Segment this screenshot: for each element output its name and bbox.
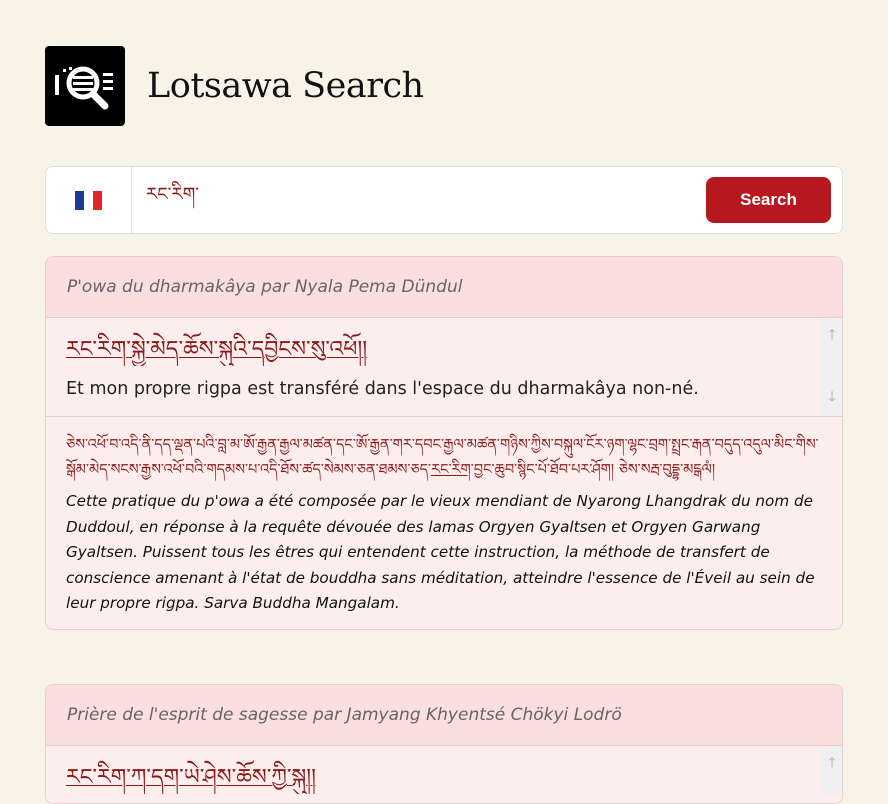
search-bar: Search: [45, 166, 843, 234]
lotsawa-logo-icon[interactable]: [45, 46, 125, 126]
result-title[interactable]: Prière de l'esprit de sagesse par Jamyan…: [46, 685, 842, 746]
match-highlight: རང་རིག: [431, 462, 471, 478]
translation-line: Et mon propre rigpa est transféré dans l…: [66, 379, 699, 399]
search-button[interactable]: Search: [706, 177, 831, 223]
result-title[interactable]: P'owa du dharmakâya par Nyala Pema Dündu…: [46, 257, 842, 318]
scrollbar[interactable]: 🡑 🡓: [822, 318, 842, 416]
arrow-up-icon[interactable]: 🡑: [828, 752, 835, 776]
french-flag-icon: [74, 190, 103, 210]
french-colophon: Cette pratique du p'owa a été composée p…: [66, 492, 815, 612]
result-card: P'owa du dharmakâya par Nyala Pema Dündu…: [45, 256, 843, 630]
tibetan-line[interactable]: རང་རིག་སྐྱེ་མེད་ཆོས་སྐུའི་དབྱིངས་སུ་འཕོ།…: [46, 318, 842, 366]
result-card: Prière de l'esprit de sagesse par Jamyan…: [45, 684, 843, 804]
search-input[interactable]: [132, 167, 706, 233]
result-match: རང་རིག་ཀ་དག་ཡེ་ཤེས་ཆོས་ཀྱི་སྐུ།། 🡑: [46, 746, 842, 794]
tibetan-line[interactable]: རང་རིག་ཀ་དག་ཡེ་ཤེས་ཆོས་ཀྱི་སྐུ།།: [46, 746, 842, 794]
result-colophon: ཅེས་འཕོ་བ་འདི་ནི་དད་ལྡན་པའི་བླ་མ་ཨོ་རྒྱན…: [46, 417, 842, 629]
app-title: Lotsawa Search: [147, 66, 424, 106]
tibetan-colophon: ཅེས་འཕོ་བ་འདི་ནི་དད་ལྡན་པའི་བླ་མ་ཨོ་རྒྱན…: [66, 437, 819, 478]
scrollbar[interactable]: 🡑: [822, 746, 842, 794]
app-header: Lotsawa Search: [45, 46, 424, 126]
arrow-down-icon[interactable]: 🡓: [828, 386, 835, 410]
language-selector[interactable]: [46, 167, 132, 233]
arrow-up-icon[interactable]: 🡑: [828, 324, 835, 348]
result-match: རང་རིག་སྐྱེ་མེད་ཆོས་སྐུའི་དབྱིངས་སུ་འཕོ།…: [46, 318, 842, 417]
